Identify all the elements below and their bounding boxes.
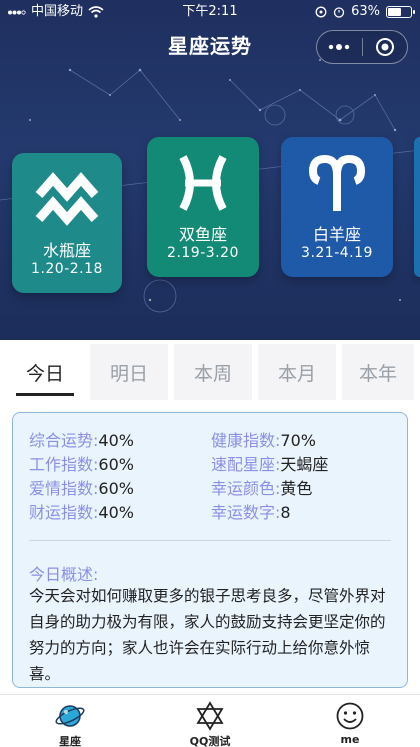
tab-year[interactable]: 本年 xyxy=(342,344,414,400)
fortune-value: 40% xyxy=(98,431,134,450)
smiley-icon xyxy=(336,702,364,730)
fortune-value: 8 xyxy=(280,503,291,522)
fortune-value: 60% xyxy=(98,479,134,498)
bottom-nav: 星座 QQ测试 me xyxy=(0,694,420,747)
more-dots-icon xyxy=(329,44,350,50)
tab-tomorrow[interactable]: 明日 xyxy=(90,344,168,400)
zodiac-card-aries[interactable]: 白羊座 3.21-4.19 xyxy=(281,137,393,277)
fortune-key: 健康指数 xyxy=(211,431,276,450)
planet-icon xyxy=(55,705,85,727)
fortune-key: 财运指数 xyxy=(29,503,94,522)
zodiac-card-next-peek[interactable] xyxy=(414,137,420,277)
nav-item-constellation[interactable]: 星座 xyxy=(0,695,140,747)
panel-divider xyxy=(29,540,391,541)
summary-text: 今天会对如何赚取更多的银子思考良多，尽管外界对自身的助力极为有限，家人的鼓励支持… xyxy=(29,587,386,683)
nav-item-qq-test[interactable]: QQ测试 xyxy=(140,695,280,747)
battery-percent: 63% xyxy=(351,4,380,19)
fortune-key: 工作指数 xyxy=(29,455,94,474)
fortune-value: 70% xyxy=(280,431,316,450)
nav-label: me xyxy=(340,733,360,746)
tab-week[interactable]: 本周 xyxy=(174,344,252,400)
tab-month[interactable]: 本月 xyxy=(258,344,336,400)
zodiac-card-pisces[interactable]: 双鱼座 2.19-3.20 xyxy=(147,137,259,277)
star-of-david-icon xyxy=(196,701,224,731)
fortune-item: 幸运数字:8 xyxy=(211,503,291,522)
zodiac-date: 3.21-4.19 xyxy=(301,245,373,261)
rotation-lock-icon xyxy=(315,6,327,18)
fortune-key: 速配星座 xyxy=(211,455,276,474)
fortune-key: 爱情指数 xyxy=(29,479,94,498)
fortune-item: 爱情指数:60% xyxy=(29,479,134,498)
fortune-key: 幸运颜色 xyxy=(211,479,276,498)
battery-icon xyxy=(386,6,415,18)
fortune-item: 幸运颜色:黄色 xyxy=(211,479,313,498)
close-button[interactable] xyxy=(363,31,408,63)
fortune-panel: 综合运势:40% 健康指数:70% 工作指数:60% 速配星座:天蝎座 爱情指数… xyxy=(12,412,408,688)
miniprogram-capsule xyxy=(316,30,408,64)
zodiac-name: 水瓶座 xyxy=(42,241,91,260)
nav-item-me[interactable]: me xyxy=(280,695,420,747)
fortune-key: 幸运数字 xyxy=(211,503,276,522)
target-close-icon xyxy=(375,38,394,56)
hero-banner: 中国移动 下午2:11 63% 星座运势 水瓶座 1.20-2.18 双鱼座 2… xyxy=(0,0,420,340)
zodiac-card-aquarius[interactable]: 水瓶座 1.20-2.18 xyxy=(12,153,122,293)
fortune-value: 黄色 xyxy=(280,479,313,498)
aquarius-icon xyxy=(35,172,99,226)
nav-label: QQ测试 xyxy=(189,735,231,747)
fortune-key: 综合运势 xyxy=(29,431,94,450)
pisces-icon xyxy=(179,155,227,211)
fortune-item: 速配星座:天蝎座 xyxy=(211,455,329,474)
zodiac-date: 1.20-2.18 xyxy=(31,261,103,277)
status-bar: 中国移动 下午2:11 63% xyxy=(0,0,420,24)
fortune-value: 60% xyxy=(98,455,134,474)
fortune-item: 工作指数:60% xyxy=(29,455,134,474)
fortune-item: 财运指数:40% xyxy=(29,503,134,522)
zodiac-carousel[interactable]: 水瓶座 1.20-2.18 双鱼座 2.19-3.20 白羊座 3.21-4.1… xyxy=(0,137,420,297)
more-button[interactable] xyxy=(317,31,362,63)
fortune-item: 健康指数:70% xyxy=(211,431,316,450)
nav-label: 星座 xyxy=(59,735,81,747)
aries-icon xyxy=(308,154,366,211)
alarm-icon xyxy=(333,7,345,18)
fortune-item: 综合运势:40% xyxy=(29,431,134,450)
zodiac-name: 白羊座 xyxy=(312,225,361,244)
period-tabs: 今日 明日 本周 本月 本年 xyxy=(0,344,420,400)
zodiac-date: 2.19-3.20 xyxy=(167,245,239,261)
fortune-value: 天蝎座 xyxy=(280,455,329,474)
summary-label: 今日概述: xyxy=(29,565,99,584)
zodiac-name: 双鱼座 xyxy=(178,225,227,244)
fortune-value: 40% xyxy=(98,503,134,522)
tab-today[interactable]: 今日 xyxy=(6,344,84,400)
